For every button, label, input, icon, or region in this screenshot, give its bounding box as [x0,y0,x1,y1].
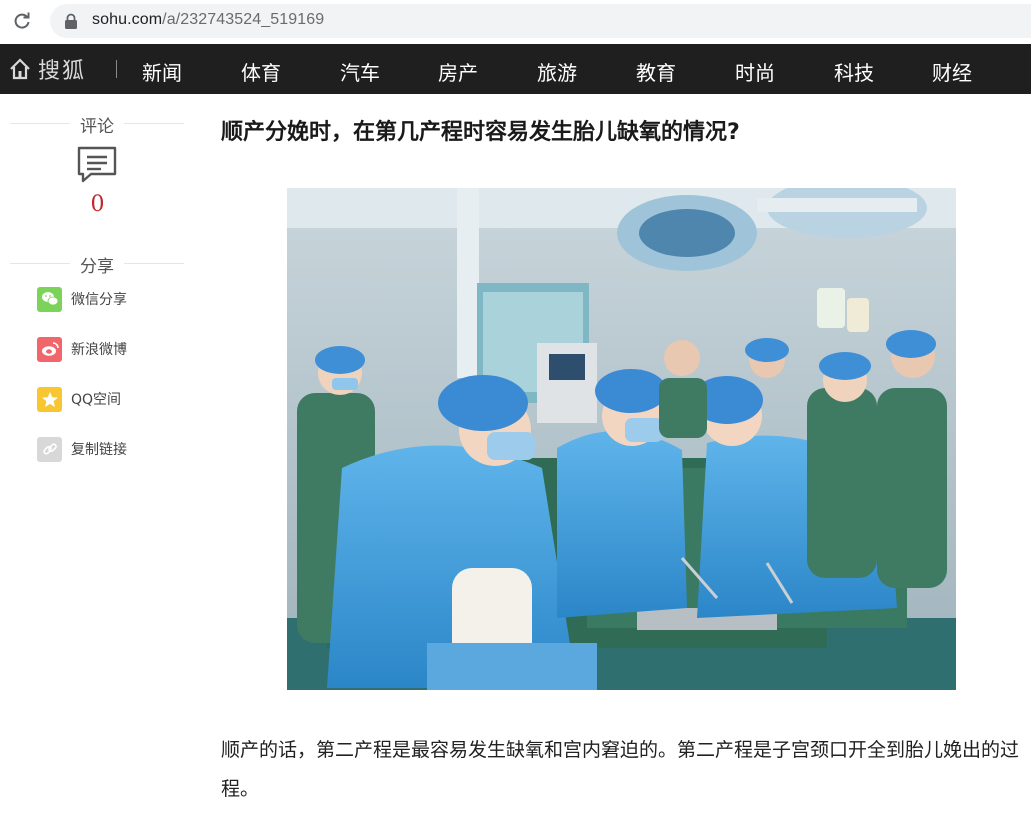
url-text[interactable]: sohu.com/a/232743524_519169 [92,11,324,29]
reload-button[interactable] [8,7,36,35]
lock-icon [65,13,77,29]
share-wechat[interactable]: 微信分享 [37,286,127,312]
article-title: 顺产分娩时，在第几产程时容易发生胎儿缺氧的情况? [221,120,740,145]
url-host: sohu.com [92,11,163,28]
weibo-icon [37,336,62,362]
nav-item-travel[interactable]: 旅游 [537,57,577,86]
share-copy-link-label: 复制链接 [71,442,127,458]
reload-icon [14,12,30,29]
share-label: 分享 [80,257,114,277]
logo-divider [116,60,117,78]
share-weibo[interactable]: 新浪微博 [37,336,127,362]
share-wechat-label: 微信分享 [71,292,127,308]
nav-item-fashion[interactable]: 时尚 [735,57,775,86]
qzone-icon [37,386,62,412]
address-bar[interactable]: sohu.com/a/232743524_519169 [50,4,1031,38]
nav-item-news[interactable]: 新闻 [142,57,182,86]
wechat-icon [37,286,62,312]
nav-item-auto[interactable]: 汽车 [340,57,380,86]
home-icon [10,58,30,80]
comment-count[interactable]: 0 [0,192,195,217]
article-photo [287,188,956,690]
share-weibo-label: 新浪微博 [71,342,127,358]
site-nav: 搜狐 新闻 体育 汽车 房产 旅游 教育 时尚 科技 财经 [0,44,1031,94]
link-icon [37,436,62,462]
divider-line [124,123,184,124]
comment-icon[interactable] [77,146,117,184]
share-header: 分享 [10,252,184,277]
share-qzone-label: QQ空间 [71,392,122,408]
operating-room-photo [287,188,956,690]
nav-item-realestate[interactable]: 房产 [438,57,478,86]
browser-toolbar: sohu.com/a/232743524_519169 [0,0,1031,44]
share-sidebar: 评论 0 分享 微信分享 新浪微博 QQ空间 复制链接 [0,94,195,821]
nav-item-education[interactable]: 教育 [636,57,676,86]
comment-label: 评论 [80,117,114,137]
nav-item-sports[interactable]: 体育 [241,57,281,86]
comment-header: 评论 [10,112,184,137]
sohu-logo[interactable]: 搜狐 [8,54,86,84]
logo-text: 搜狐 [38,59,87,84]
nav-item-finance[interactable]: 财经 [932,57,972,86]
nav-item-tech[interactable]: 科技 [834,57,874,86]
share-copy-link[interactable]: 复制链接 [37,436,127,462]
divider-line [124,263,184,264]
article-paragraph: 顺产的话，第二产程是最容易发生缺氧和宫内窘迫的。第二产程是子宫颈口开全到胎儿娩出… [221,739,1020,800]
share-qzone[interactable]: QQ空间 [37,386,121,412]
url-path: /a/232743524_519169 [162,11,325,28]
